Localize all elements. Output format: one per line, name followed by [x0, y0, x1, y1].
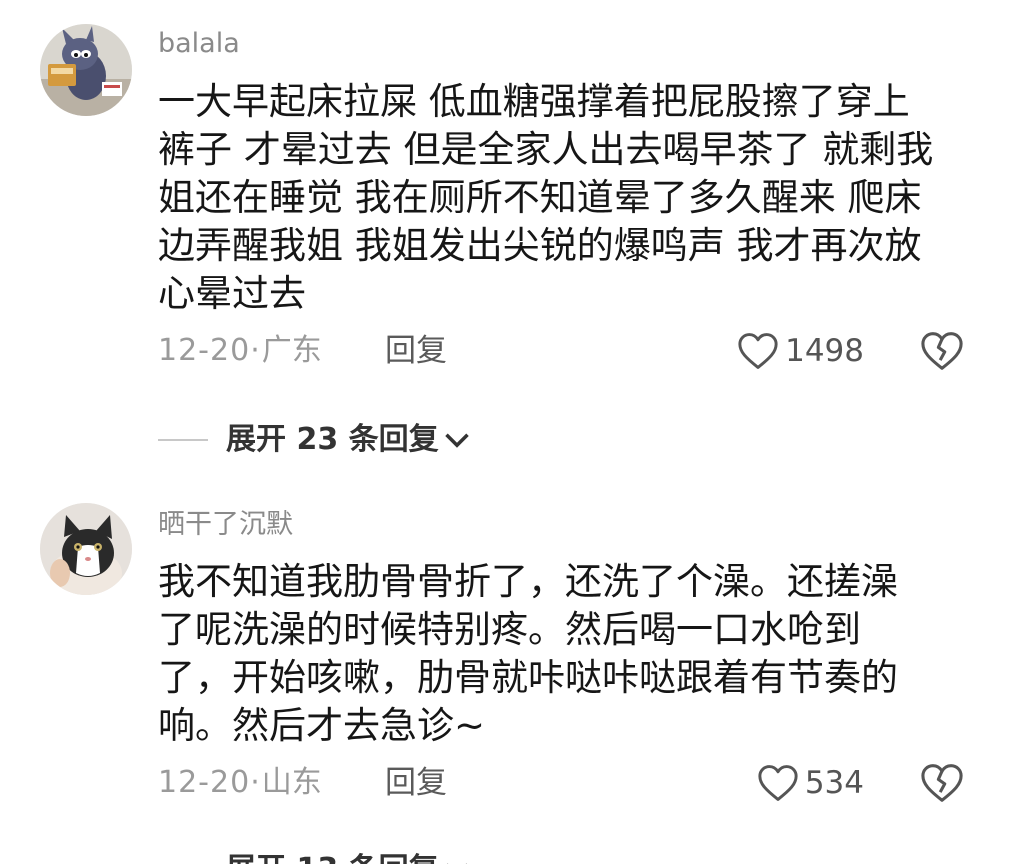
comment-text-line: 了，开始咳嗽，肋骨就咔哒咔哒跟着有节奏的 [158, 656, 898, 699]
comment-text-line: 一大早起床拉屎 低血糖强撑着把屁股擦了穿上 [158, 80, 910, 123]
comment-meta: 12-20·广东 [158, 331, 322, 371]
meta-separator: · [250, 333, 260, 368]
chevron-down-icon [444, 433, 469, 448]
comment-text-line: 裤子 才晕过去 但是全家人出去喝早茶了 就剩我 [158, 128, 934, 171]
avatar[interactable] [40, 503, 132, 595]
comment-meta: 12-20·山东 [158, 763, 322, 803]
dislike-button[interactable] [920, 331, 964, 371]
comment-date: 12-20 [158, 765, 251, 800]
username[interactable]: balala [158, 27, 240, 61]
divider-line [158, 439, 208, 441]
comment-location: 广东 [261, 333, 322, 368]
comment-text-line: 心晕过去 [158, 272, 306, 315]
comment-text-line: 响。然后才去急诊~ [158, 704, 486, 747]
cartoon-cat-avatar-image [40, 24, 132, 116]
comment-text: 一大早起床拉屎 低血糖强撑着把屁股擦了穿上 裤子 才晕过去 但是全家人出去喝早茶… [158, 78, 978, 318]
comment-list: balala 一大早起床拉屎 低血糖强撑着把屁股擦了穿上 裤子 才晕过去 但是全… [0, 0, 1010, 864]
like-count: 534 [804, 765, 864, 801]
comment-text-line: 姐还在睡觉 我在厕所不知道晕了多久醒来 爬床 [158, 176, 922, 219]
reply-button[interactable]: 回复 [385, 763, 447, 803]
comment-date: 12-20 [158, 333, 251, 368]
cat-photo-avatar-image [40, 503, 132, 595]
comment-text-line: 了呢洗澡的时候特别疼。然后喝一口水呛到 [158, 608, 861, 651]
comment-text-line: 边弄醒我姐 我姐发出尖锐的爆鸣声 我才再次放 [158, 224, 922, 267]
comment-location: 山东 [261, 765, 322, 800]
expand-replies-button[interactable]: 展开 13 条回复 [158, 850, 471, 864]
like-button[interactable]: 534 [757, 763, 864, 803]
username[interactable]: 晒干了沉默 [158, 508, 293, 542]
comment-text-line: 我不知道我肋骨骨折了，还洗了个澡。还搓澡 [158, 560, 898, 603]
meta-separator: · [250, 765, 260, 800]
expand-replies-button[interactable]: 展开 23 条回复 [158, 420, 471, 460]
chevron-down-icon [446, 863, 467, 864]
broken-heart-icon [921, 764, 963, 802]
expand-replies-label: 展开 23 条回复 [226, 422, 439, 457]
comment-text: 我不知道我肋骨骨折了，还洗了个澡。还搓澡 了呢洗澡的时候特别疼。然后喝一口水呛到… [158, 558, 978, 750]
broken-heart-icon [921, 332, 963, 370]
like-count: 1498 [785, 333, 864, 369]
expand-replies-label: 展开 13 条回复 [226, 850, 439, 864]
heart-outline-icon [738, 333, 778, 369]
avatar[interactable] [40, 24, 132, 116]
reply-button[interactable]: 回复 [385, 331, 447, 371]
like-button[interactable]: 1498 [737, 331, 864, 371]
dislike-button[interactable] [920, 763, 964, 803]
heart-outline-icon [758, 765, 798, 801]
